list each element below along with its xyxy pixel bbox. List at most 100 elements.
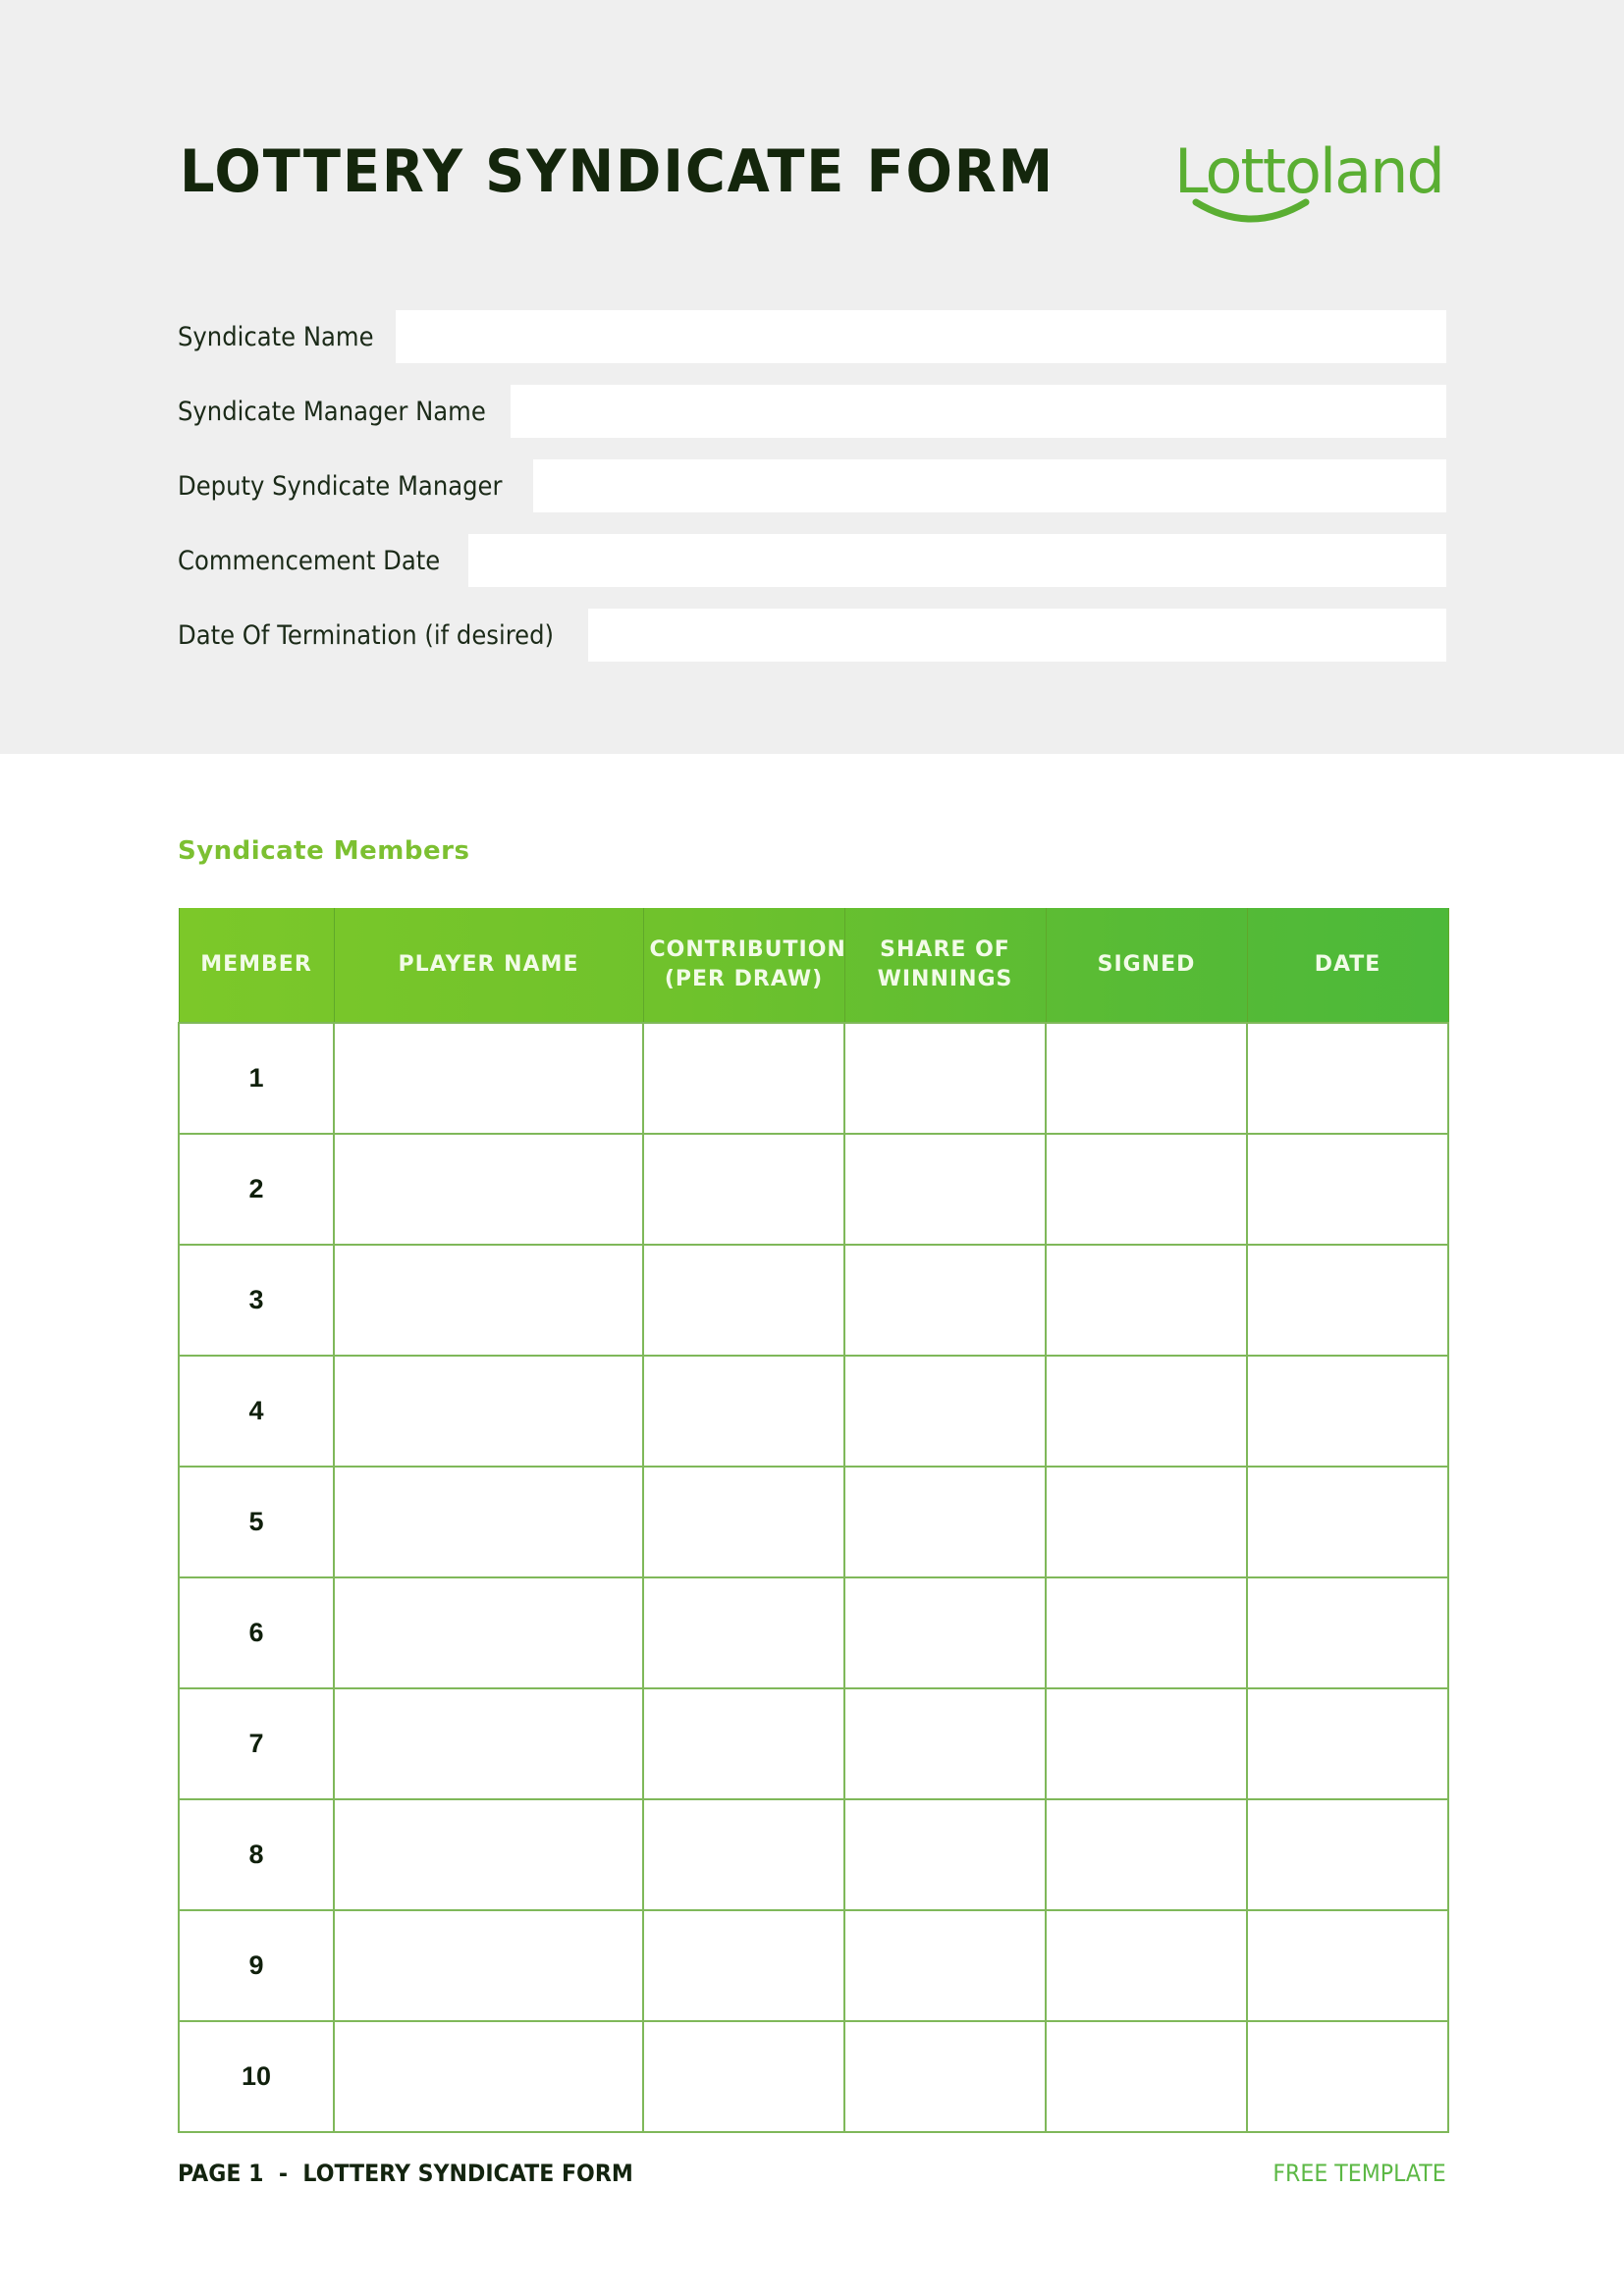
- date-cell[interactable]: [1246, 1466, 1449, 1578]
- contribution-cell[interactable]: [642, 1466, 845, 1578]
- table-row: 3: [178, 1244, 1449, 1357]
- share-cell[interactable]: [843, 1355, 1047, 1468]
- column-header-share-of-winnings: SHARE OF WINNINGS: [843, 908, 1047, 1023]
- syndicate-manager-name-input[interactable]: [511, 385, 1446, 438]
- table-row: 6: [178, 1576, 1449, 1689]
- share-cell[interactable]: [843, 1244, 1047, 1357]
- member-number-cell: 7: [178, 1687, 335, 1800]
- contribution-cell[interactable]: [642, 1022, 845, 1135]
- column-header-player-name: PLAYER NAME: [333, 908, 644, 1023]
- brand-logo: Lottoland: [1174, 135, 1449, 234]
- date-cell[interactable]: [1246, 1909, 1449, 2022]
- player-name-cell[interactable]: [333, 1798, 644, 1911]
- table-row: 5: [178, 1466, 1449, 1578]
- deputy-syndicate-manager-input[interactable]: [533, 459, 1446, 512]
- contribution-cell[interactable]: [642, 1133, 845, 1246]
- table-header-row: MEMBER PLAYER NAME CONTRIBUTION (PER DRAW)…: [178, 908, 1449, 1023]
- player-name-cell[interactable]: [333, 1466, 644, 1578]
- contribution-cell[interactable]: [642, 1576, 845, 1689]
- member-number-cell: 6: [178, 1576, 335, 1689]
- member-number-cell: 3: [178, 1244, 335, 1357]
- footer-page-label: PAGE 1 - LOTTERY SYNDICATE FORM: [178, 2160, 633, 2187]
- member-number-cell: 8: [178, 1798, 335, 1911]
- section-title-members: Syndicate Members: [178, 836, 470, 866]
- table-row: 8: [178, 1798, 1449, 1911]
- field-commencement-date: Commencement Date: [178, 534, 1446, 587]
- commencement-date-input[interactable]: [468, 534, 1446, 587]
- field-label: Syndicate Manager Name: [178, 397, 486, 427]
- signed-cell[interactable]: [1045, 1355, 1248, 1468]
- table-row: 9: [178, 1909, 1449, 2022]
- date-of-termination-input[interactable]: [588, 609, 1446, 662]
- member-number-cell: 10: [178, 2020, 335, 2133]
- column-header-date: DATE: [1246, 908, 1449, 1023]
- share-cell[interactable]: [843, 1909, 1047, 2022]
- table-row: 7: [178, 1687, 1449, 1800]
- member-number-cell: 4: [178, 1355, 335, 1468]
- table-row: 2: [178, 1133, 1449, 1246]
- contribution-cell[interactable]: [642, 1909, 845, 2022]
- signed-cell[interactable]: [1045, 1466, 1248, 1578]
- player-name-cell[interactable]: [333, 1576, 644, 1689]
- footer-free-template: FREE TEMPLATE: [1272, 2160, 1446, 2187]
- date-cell[interactable]: [1246, 1687, 1449, 1800]
- signed-cell[interactable]: [1045, 1798, 1248, 1911]
- share-cell[interactable]: [843, 1466, 1047, 1578]
- field-date-of-termination: Date Of Termination (if desired): [178, 609, 1446, 662]
- member-number-cell: 5: [178, 1466, 335, 1578]
- date-cell[interactable]: [1246, 1798, 1449, 1911]
- player-name-cell[interactable]: [333, 1133, 644, 1246]
- column-header-contribution: CONTRIBUTION (PER DRAW): [642, 908, 845, 1023]
- contribution-cell[interactable]: [642, 1355, 845, 1468]
- members-table: MEMBER PLAYER NAME CONTRIBUTION (PER DRAW)…: [178, 908, 1449, 2133]
- column-header-member: MEMBER: [178, 908, 335, 1023]
- member-number-cell: 2: [178, 1133, 335, 1246]
- share-cell[interactable]: [843, 1133, 1047, 1246]
- signed-cell[interactable]: [1045, 1576, 1248, 1689]
- signed-cell[interactable]: [1045, 1687, 1248, 1800]
- player-name-cell[interactable]: [333, 2020, 644, 2133]
- date-cell[interactable]: [1246, 2020, 1449, 2133]
- member-number-cell: 9: [178, 1909, 335, 2022]
- share-cell[interactable]: [843, 1576, 1047, 1689]
- date-cell[interactable]: [1246, 1022, 1449, 1135]
- signed-cell[interactable]: [1045, 1244, 1248, 1357]
- share-cell[interactable]: [843, 1798, 1047, 1911]
- player-name-cell[interactable]: [333, 1909, 644, 2022]
- field-syndicate-manager-name: Syndicate Manager Name: [178, 385, 1446, 438]
- field-syndicate-name: Syndicate Name: [178, 310, 1446, 363]
- player-name-cell[interactable]: [333, 1022, 644, 1135]
- member-number-cell: 1: [178, 1022, 335, 1135]
- column-header-signed: SIGNED: [1045, 908, 1248, 1023]
- field-label: Deputy Syndicate Manager: [178, 471, 503, 502]
- members-table-body: 1 2 3 4 5 6 7 8 9 10: [178, 1022, 1449, 2133]
- signed-cell[interactable]: [1045, 2020, 1248, 2133]
- player-name-cell[interactable]: [333, 1244, 644, 1357]
- signed-cell[interactable]: [1045, 1022, 1248, 1135]
- date-cell[interactable]: [1246, 1133, 1449, 1246]
- table-row: 10: [178, 2020, 1449, 2133]
- date-cell[interactable]: [1246, 1576, 1449, 1689]
- field-deputy-syndicate-manager: Deputy Syndicate Manager: [178, 459, 1446, 512]
- field-label: Syndicate Name: [178, 322, 374, 352]
- date-cell[interactable]: [1246, 1355, 1449, 1468]
- share-cell[interactable]: [843, 1687, 1047, 1800]
- player-name-cell[interactable]: [333, 1355, 644, 1468]
- field-label: Commencement Date: [178, 546, 441, 576]
- signed-cell[interactable]: [1045, 1133, 1248, 1246]
- page-title: LOTTERY SYNDICATE FORM: [180, 137, 1056, 206]
- syndicate-name-input[interactable]: [396, 310, 1446, 363]
- contribution-cell[interactable]: [642, 1687, 845, 1800]
- share-cell[interactable]: [843, 2020, 1047, 2133]
- date-cell[interactable]: [1246, 1244, 1449, 1357]
- signed-cell[interactable]: [1045, 1909, 1248, 2022]
- player-name-cell[interactable]: [333, 1687, 644, 1800]
- smile-icon: [1192, 198, 1310, 223]
- table-row: 1: [178, 1022, 1449, 1135]
- contribution-cell[interactable]: [642, 2020, 845, 2133]
- contribution-cell[interactable]: [642, 1244, 845, 1357]
- field-label: Date Of Termination (if desired): [178, 620, 555, 651]
- contribution-cell[interactable]: [642, 1798, 845, 1911]
- share-cell[interactable]: [843, 1022, 1047, 1135]
- table-row: 4: [178, 1355, 1449, 1468]
